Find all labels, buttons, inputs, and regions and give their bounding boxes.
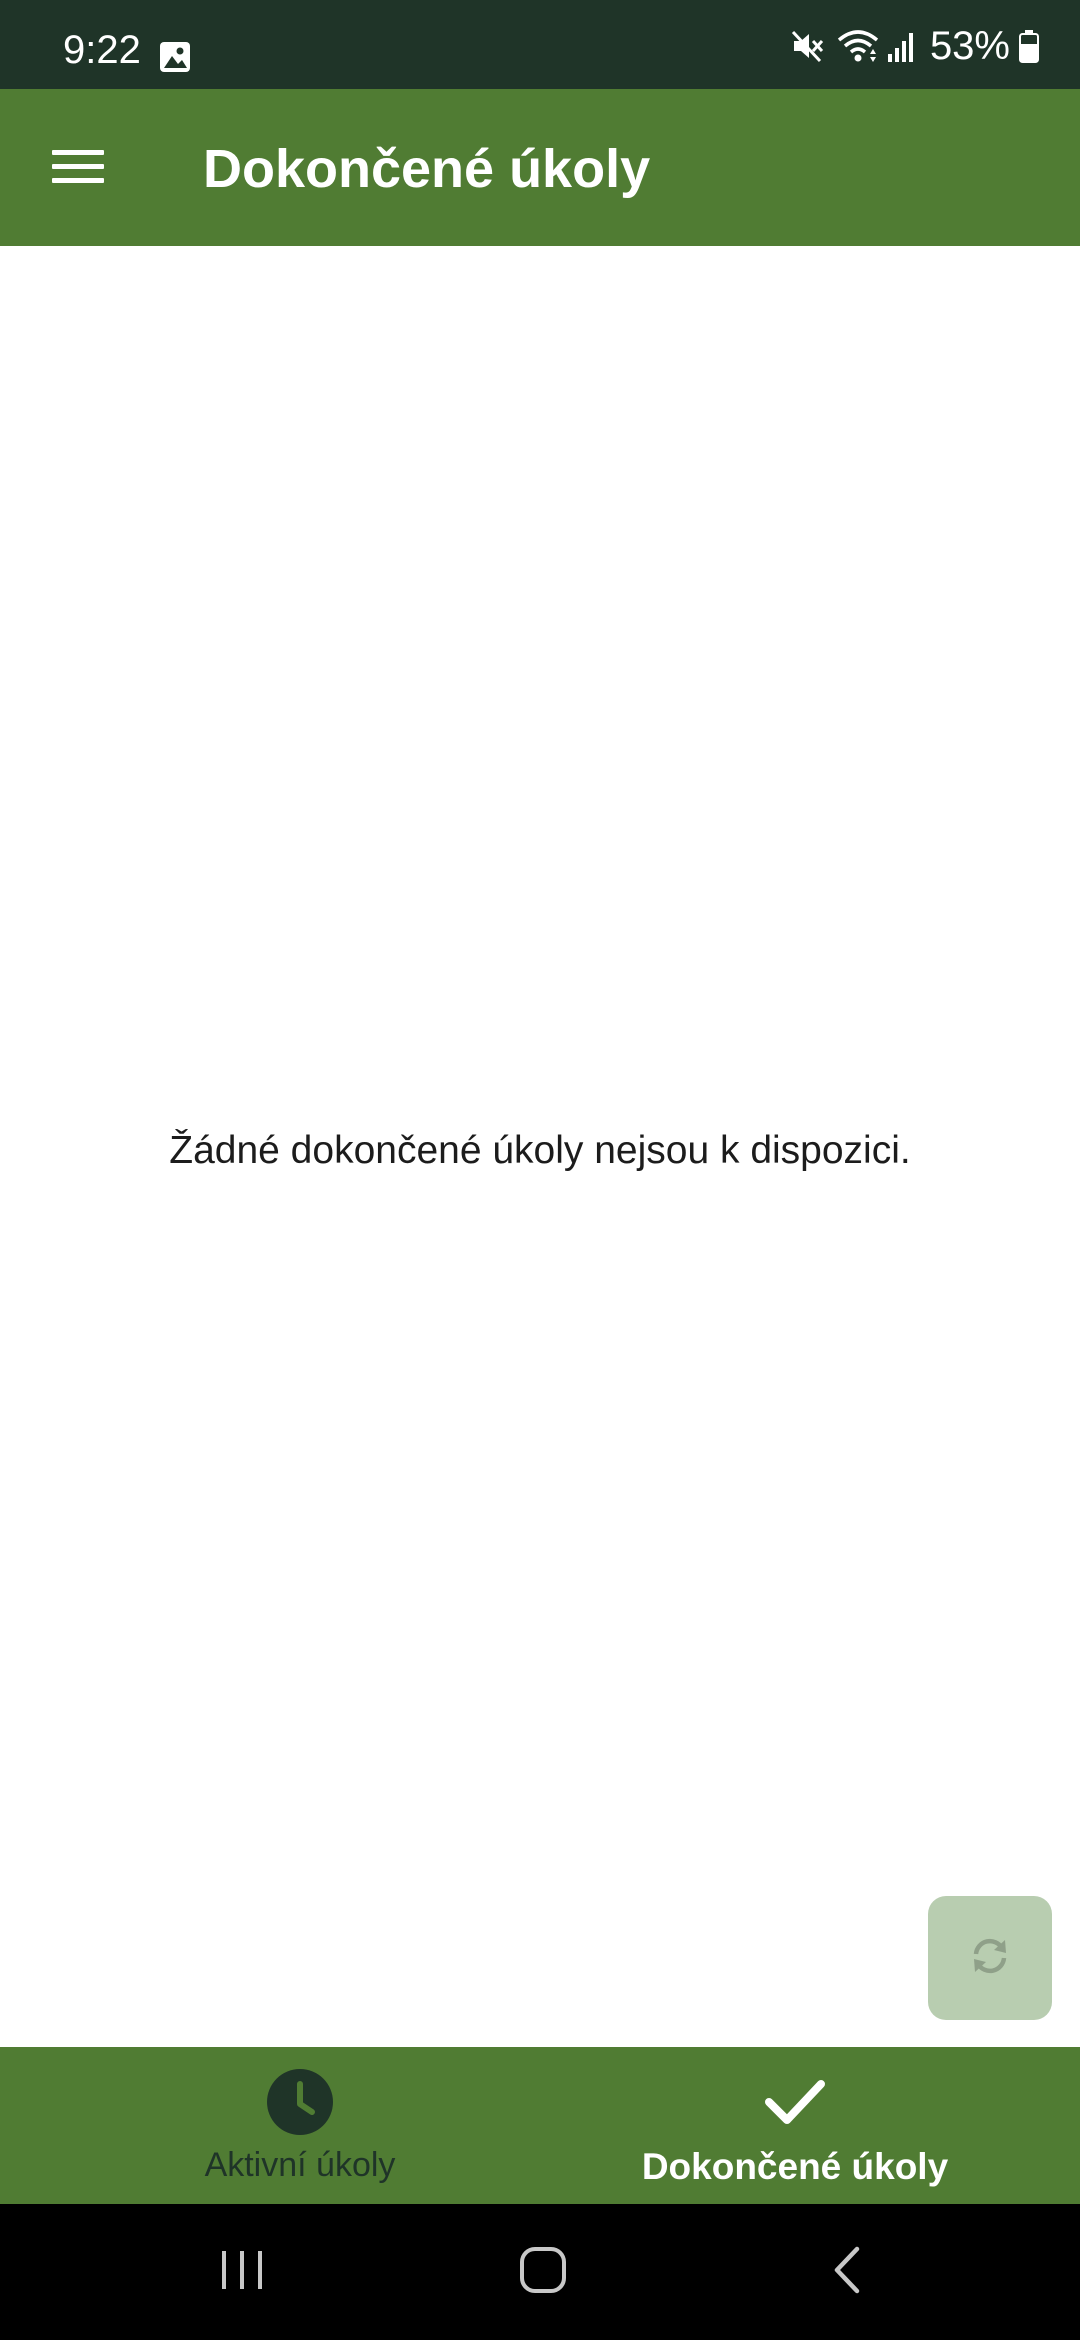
app-bar: Dokončené úkoly <box>0 89 1080 246</box>
status-bar: 9:22 53% <box>0 0 1080 89</box>
empty-state-message: Žádné dokončené úkoly nejsou k dispozici… <box>169 1129 911 1172</box>
screen: 9:22 53% Dokončené úkoly Žádné dokončené… <box>0 0 1080 2340</box>
recent-apps-button[interactable] <box>204 2234 280 2310</box>
recent-apps-icon <box>217 2245 267 2300</box>
system-navigation-bar <box>0 2204 1080 2340</box>
nav-tab-completed-tasks[interactable]: Dokončené úkoly <box>540 2047 1080 2204</box>
home-icon <box>518 2245 568 2300</box>
refresh-icon <box>968 1934 1012 1983</box>
mute-icon <box>790 28 826 64</box>
status-icons: 53% <box>790 24 1040 68</box>
checkmark-icon <box>760 2067 830 2137</box>
nav-label-completed-tasks: Dokončené úkoly <box>641 2146 949 2187</box>
menu-button[interactable] <box>40 131 116 207</box>
wifi-icon <box>836 28 880 64</box>
back-button[interactable] <box>810 2234 886 2310</box>
clock-icon <box>265 2067 335 2137</box>
battery-percentage: 53% <box>929 24 1010 68</box>
battery-icon <box>1018 28 1040 64</box>
home-button[interactable] <box>505 2234 581 2310</box>
bottom-navigation: Aktivní úkoly Dokončené úkoly <box>0 2047 1080 2204</box>
back-icon <box>823 2245 873 2300</box>
page-title: Dokončené úkoly <box>203 139 651 199</box>
status-time: 9:22 <box>63 28 141 72</box>
signal-icon <box>886 28 916 64</box>
refresh-button[interactable] <box>928 1896 1052 2020</box>
task-list-area: Žádné dokončené úkoly nejsou k dispozici… <box>0 246 1080 2047</box>
hamburger-menu-icon <box>50 147 106 192</box>
nav-tab-active-tasks[interactable]: Aktivní úkoly <box>0 2047 540 2204</box>
gallery-icon <box>158 40 192 74</box>
nav-label-active-tasks: Aktivní úkoly <box>204 2146 396 2184</box>
